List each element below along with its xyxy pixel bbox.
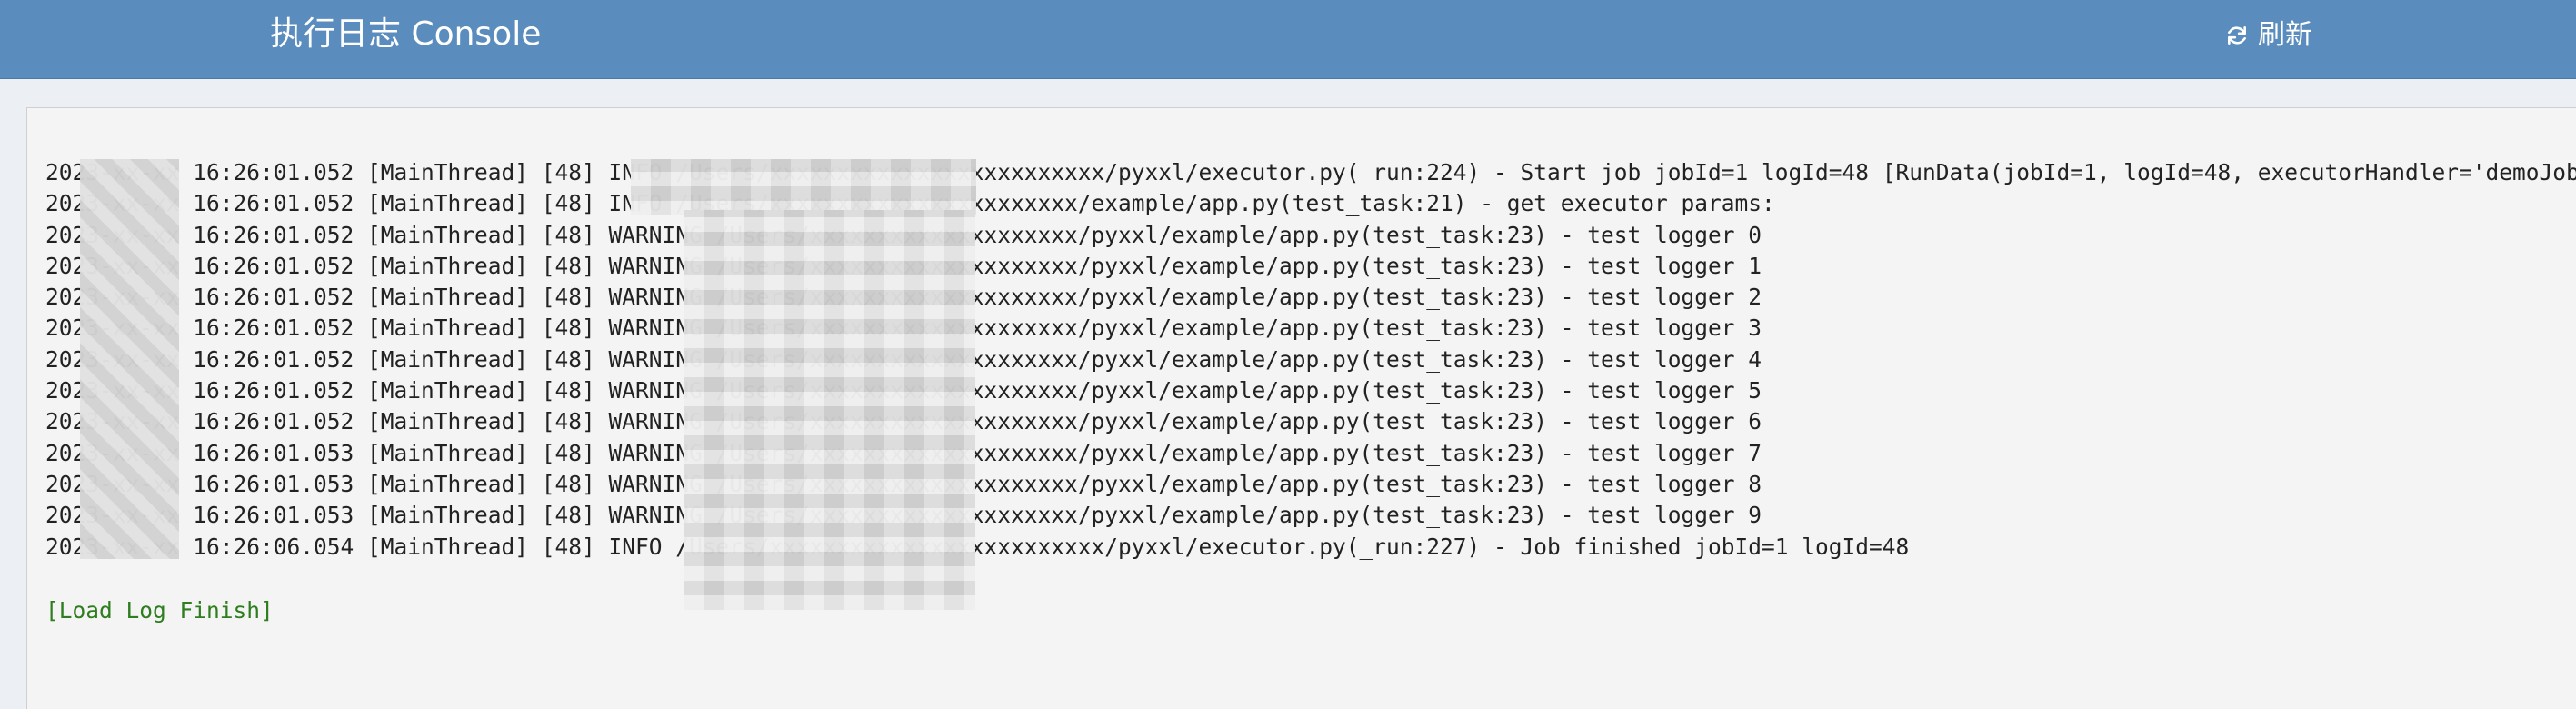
log-line: 2023-xx-xx 16:26:01.052 [MainThread] [48…: [45, 377, 1762, 404]
page-title: 执行日志 Console: [270, 15, 542, 53]
log-line: 2023-xx-xx 16:26:01.053 [MainThread] [48…: [45, 502, 1762, 529]
load-log-finish-status: [Load Log Finish]: [45, 597, 274, 624]
log-lines: 2023-xx-xx 16:26:01.052 [MainThread] [48…: [45, 157, 2576, 563]
log-line: 2023-xx-xx 16:26:01.052 [MainThread] [48…: [45, 315, 1762, 342]
log-line: 2023-xx-xx 16:26:01.052 [MainThread] [48…: [45, 159, 2576, 185]
log-line: 2023-xx-xx 16:26:01.052 [MainThread] [48…: [45, 252, 1762, 279]
log-console[interactable]: 2023-xx-xx 16:26:01.052 [MainThread] [48…: [26, 107, 2576, 709]
log-line: 2023-xx-xx 16:26:01.052 [MainThread] [48…: [45, 284, 1762, 311]
refresh-button[interactable]: 刷新: [2225, 16, 2312, 55]
redaction-path-column: [684, 210, 975, 610]
log-line: 2023-xx-xx 16:26:01.052 [MainThread] [48…: [45, 190, 1775, 217]
refresh-icon: [2225, 24, 2249, 47]
log-line: 2023-xx-xx 16:26:01.053 [MainThread] [48…: [45, 470, 1762, 497]
log-line: 2023-xx-xx 16:26:01.053 [MainThread] [48…: [45, 439, 1762, 466]
log-line: 2023-xx-xx 16:26:01.052 [MainThread] [48…: [45, 345, 1762, 373]
redaction-path-column: [631, 159, 976, 215]
log-line: 2023-xx-xx 16:26:06.054 [MainThread] [48…: [45, 533, 1910, 560]
top-header-bar: 执行日志 Console 刷新: [0, 0, 2576, 79]
log-line: 2023-xx-xx 16:26:01.052 [MainThread] [48…: [45, 221, 1762, 248]
log-line: 2023-xx-xx 16:26:01.052 [MainThread] [48…: [45, 408, 1762, 435]
redaction-date-column: [80, 159, 179, 559]
refresh-label: 刷新: [2258, 19, 2312, 51]
